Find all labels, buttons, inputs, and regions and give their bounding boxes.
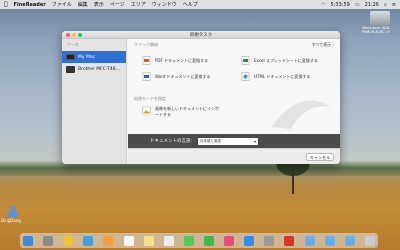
launchpad-icon[interactable]	[43, 235, 54, 246]
computer-icon	[66, 54, 75, 60]
task-convert-html[interactable]: HTML ドキュメントに変換する	[241, 72, 310, 81]
folder-icon[interactable]	[344, 235, 355, 246]
menu-help[interactable]: ヘルプ	[183, 1, 198, 8]
itunes-icon[interactable]	[224, 235, 235, 246]
safari-icon[interactable]	[83, 235, 94, 246]
photos-icon[interactable]	[103, 235, 114, 246]
task-convert-word[interactable]: Word ドキュメントに変換する	[142, 72, 211, 81]
new-task-window: 新規タスク ソース My Mac Brother MFC-T48... クイック…	[62, 31, 340, 164]
app-menu[interactable]: FineReader	[14, 2, 46, 8]
sidebar-item-label: My Mac	[78, 54, 96, 60]
folder-icon[interactable]	[304, 235, 315, 246]
hard-drive-icon[interactable]	[370, 11, 390, 25]
menu-page[interactable]: ページ	[110, 1, 125, 8]
notification-icon[interactable]: ≡	[392, 2, 396, 8]
task-import-text: 画像を新しいドキュメントにインポ ートする	[155, 106, 219, 118]
status-area: ◠ 5:33:59 ▭ 21:26 ⌕ ≡	[321, 2, 396, 8]
menu-window[interactable]: ウィンドウ	[152, 1, 177, 8]
wifi-icon[interactable]: ◠	[321, 2, 325, 8]
task-convert-excel[interactable]: Excel スプレッドシートに変換する	[241, 56, 318, 65]
finereader-logo-watermark	[271, 100, 331, 129]
notes-icon[interactable]	[143, 235, 154, 246]
sidebar-item-printer[interactable]: Brother MFC-T48...	[62, 63, 126, 75]
hard-drive-label: Macintosh HDD PINK M.ACBC I.F	[352, 26, 400, 34]
calendar-icon[interactable]	[123, 235, 134, 246]
task-label: Excel スプレッドシートに変換する	[254, 57, 318, 63]
facetime-icon[interactable]	[203, 235, 214, 246]
reminders-icon[interactable]	[163, 235, 174, 246]
settings-icon[interactable]	[264, 235, 275, 246]
folder-icon[interactable]	[324, 235, 335, 246]
status-time[interactable]: 5:33:59	[331, 2, 350, 8]
task-label: Word ドキュメントに変換する	[155, 73, 211, 79]
messages-icon[interactable]	[183, 235, 194, 246]
task-panel: クイック開始 すべて表示 › PDF ドキュメントに変換する Excel スプレ…	[128, 39, 340, 148]
quick-start-label: クイック開始	[134, 42, 158, 47]
process-mode-label: 処理モードを指定	[134, 96, 166, 101]
user-folder-label: DingDang	[1, 218, 21, 223]
menu-bar:  FineReader ファイル 編集 表示 ページ エリア ウィンドウ ヘル…	[0, 0, 400, 9]
tree-trunk	[292, 170, 294, 194]
cancel-button[interactable]: キャンセル	[306, 153, 334, 161]
dock	[20, 233, 378, 248]
task-import-images[interactable]: 画像を新しいドキュメントにインポ ートする	[142, 106, 219, 118]
sidebar-item-label: Brother MFC-T48...	[78, 66, 120, 72]
doc-language-label: ドキュメントの言語:	[150, 139, 193, 144]
document-language-bar: ドキュメントの言語: 日本語と英語	[128, 134, 340, 148]
html-icon	[241, 72, 250, 81]
excel-icon	[241, 56, 250, 65]
finereader-icon[interactable]	[284, 235, 295, 246]
view-all-link[interactable]: すべて表示 ›	[312, 42, 334, 48]
menu-clock[interactable]: 21:26	[365, 2, 379, 8]
menu-file[interactable]: ファイル	[52, 1, 72, 8]
task-convert-pdf[interactable]: PDF ドキュメントに変換する	[142, 56, 208, 65]
task-label: PDF ドキュメントに変換する	[155, 57, 209, 63]
menu-edit[interactable]: 編集	[78, 1, 88, 8]
window-footer: キャンセル	[128, 148, 340, 164]
menu-view[interactable]: 表示	[94, 1, 104, 8]
menu-area[interactable]: エリア	[131, 1, 146, 8]
user-folder-icon[interactable]	[6, 205, 20, 217]
drive-label-line2: PINK M.ACBC I.F	[361, 30, 391, 35]
appstore-icon[interactable]	[244, 235, 255, 246]
battery-icon[interactable]: ▭	[355, 2, 360, 8]
sidebar-header: ソース	[67, 42, 79, 47]
apple-icon[interactable]: 	[4, 1, 8, 8]
source-sidebar: ソース My Mac Brother MFC-T48...	[62, 39, 127, 164]
window-titlebar[interactable]: 新規タスク	[62, 31, 340, 39]
chrome-icon[interactable]	[63, 235, 74, 246]
finder-icon[interactable]	[23, 235, 33, 246]
trash-icon[interactable]	[364, 235, 375, 246]
view-all-text: すべて表示	[311, 42, 332, 47]
task-label-line2: ートする	[155, 112, 171, 117]
search-icon[interactable]: ⌕	[384, 2, 387, 8]
doc-language-select[interactable]: 日本語と英語	[198, 137, 259, 145]
image-import-icon	[142, 106, 151, 115]
word-icon	[142, 72, 151, 81]
task-label: HTML ドキュメントに変換する	[254, 73, 311, 79]
sidebar-item-my-mac[interactable]: My Mac	[62, 51, 126, 63]
pdf-icon	[142, 56, 151, 65]
window-title: 新規タスク	[189, 32, 213, 38]
printer-icon	[66, 65, 75, 73]
